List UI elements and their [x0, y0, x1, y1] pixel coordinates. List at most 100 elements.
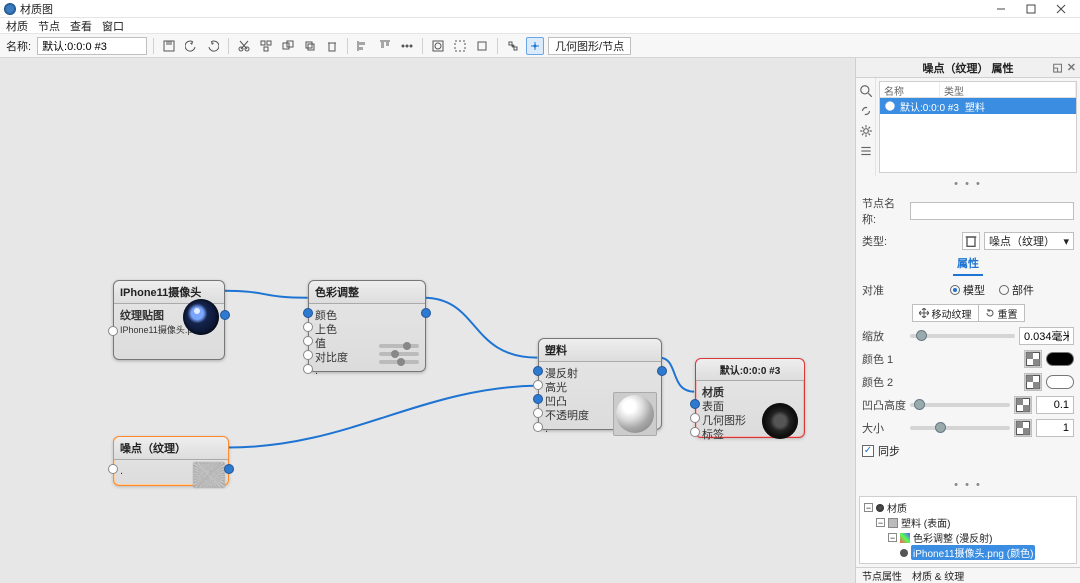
label-color2: 颜色 2 — [862, 374, 906, 390]
status-node-props[interactable]: 节点属性 — [862, 568, 902, 583]
tool-layout-icon[interactable] — [257, 37, 275, 55]
tool-frame-icon[interactable] — [473, 37, 491, 55]
tool-delete-icon[interactable] — [323, 37, 341, 55]
delete-type-icon[interactable] — [962, 232, 980, 250]
btn-color2-tex[interactable] — [1024, 373, 1042, 391]
panel-undock-icon[interactable]: ◱ — [1052, 61, 1062, 74]
app-icon — [4, 3, 16, 15]
port-plastic-in-more[interactable] — [533, 422, 543, 432]
tool-copy-icon[interactable] — [301, 37, 319, 55]
port-plastic-in-bump[interactable] — [533, 394, 543, 404]
tool-distribute-icon[interactable] — [398, 37, 416, 55]
port-coloradj-in-5[interactable] — [303, 364, 313, 374]
port-default-in-label[interactable] — [690, 427, 700, 437]
tool-group-icon[interactable] — [279, 37, 297, 55]
port-default-in-geom[interactable] — [690, 413, 700, 423]
port-coloradj-in-4[interactable] — [303, 350, 313, 360]
port-plastic-in-diffuse[interactable] — [533, 366, 543, 376]
name-input[interactable] — [37, 37, 147, 55]
tool-zoom-fit-icon[interactable] — [429, 37, 447, 55]
port-coloradj-in-3[interactable] — [303, 336, 313, 346]
menu-material[interactable]: 材质 — [6, 18, 28, 34]
toolbar: 名称: 几何图形/节点 — [0, 34, 1080, 58]
slider-bump[interactable] — [910, 403, 1010, 407]
panel-tool-link-icon[interactable] — [859, 104, 873, 118]
input-node-name[interactable] — [910, 202, 1074, 220]
panel-close-icon[interactable]: ✕ — [1067, 61, 1076, 74]
panel-tool-search-icon[interactable] — [859, 84, 873, 98]
port-plastic-in-opacity[interactable] — [533, 408, 543, 418]
node-material-default[interactable]: 默认:0:0:0 #3 材质 表面 几何图形 标签 — [695, 358, 805, 438]
port-texture-in[interactable] — [108, 326, 118, 336]
tree-root[interactable]: 材质 — [887, 500, 907, 515]
tool-save-icon[interactable] — [160, 37, 178, 55]
label-align: 对准 — [862, 282, 906, 298]
radio-part[interactable]: 部件 — [999, 282, 1034, 298]
btn-move-texture[interactable]: 移动纹理 — [912, 304, 979, 322]
slider-size[interactable] — [910, 426, 1010, 430]
node-list-row-selected[interactable]: 默认:0:0:0 #3 塑料 — [880, 98, 1076, 114]
coloradj-sliders — [379, 344, 419, 364]
node-plastic[interactable]: 塑料 漫反射 高光 凹凸 不透明度 . — [538, 338, 662, 430]
node-texture[interactable]: IPhone11摄像头 纹理贴图 IPhone11摄像头.png — [113, 280, 225, 360]
panel-node-list[interactable]: 名称 类型 默认:0:0:0 #3 塑料 — [879, 81, 1077, 173]
toolbar-mode-label[interactable]: 几何图形/节点 — [548, 37, 631, 55]
radio-model[interactable]: 模型 — [950, 282, 985, 298]
btn-reset[interactable]: 重置 — [979, 304, 1025, 322]
port-coloradj-out[interactable] — [421, 308, 431, 318]
input-size[interactable] — [1036, 419, 1074, 437]
tool-cut-icon[interactable] — [235, 37, 253, 55]
node-noise[interactable]: 噪点（纹理） . — [113, 436, 229, 486]
tool-auto-layout-icon[interactable] — [526, 37, 544, 55]
name-label: 名称: — [6, 38, 31, 54]
menu-node[interactable]: 节点 — [38, 18, 60, 34]
swatch-color2[interactable] — [1046, 375, 1074, 389]
node-noise-thumb — [193, 462, 225, 488]
panel-tool-list-icon[interactable] — [859, 144, 873, 158]
tool-undo-icon[interactable] — [182, 37, 200, 55]
menu-window[interactable]: 窗口 — [102, 18, 124, 34]
maximize-button[interactable] — [1016, 1, 1046, 17]
tree-l2[interactable]: 色彩调整 (漫反射) — [913, 530, 992, 545]
btn-size-tex[interactable] — [1014, 419, 1032, 437]
menu-view[interactable]: 查看 — [70, 18, 92, 34]
port-coloradj-in-color[interactable] — [303, 308, 313, 318]
minimize-button[interactable] — [986, 1, 1016, 17]
swatch-color1[interactable] — [1046, 352, 1074, 366]
tree-exp-root[interactable]: − — [864, 503, 873, 512]
material-tree[interactable]: −材质 −塑料 (表面) −色彩调整 (漫反射) iPhone11摄像头.png… — [859, 496, 1077, 564]
label-scale: 缩放 — [862, 328, 906, 344]
tool-show-hide-icon[interactable] — [504, 37, 522, 55]
tool-redo-icon[interactable] — [204, 37, 222, 55]
input-scale[interactable] — [1019, 327, 1074, 345]
window-title: 材质图 — [20, 1, 53, 17]
node-canvas[interactable]: IPhone11摄像头 纹理贴图 IPhone11摄像头.png 色彩调整 颜色… — [0, 58, 856, 583]
port-noise-in[interactable] — [108, 464, 118, 474]
tab-attributes[interactable]: 属性 — [953, 255, 983, 276]
status-mat-tex[interactable]: 材质 & 纹理 — [912, 568, 964, 583]
port-texture-out[interactable] — [220, 310, 230, 320]
port-coloradj-in-2[interactable] — [303, 322, 313, 332]
close-button[interactable] — [1046, 1, 1076, 17]
node-plastic-title: 塑料 — [539, 339, 661, 362]
port-plastic-out[interactable] — [657, 366, 667, 376]
tree-l3[interactable]: iPhone11摄像头.png (颜色) — [911, 545, 1035, 560]
tree-exp-l1[interactable]: − — [876, 518, 885, 527]
panel-tool-gear-icon[interactable] — [859, 124, 873, 138]
btn-bump-tex[interactable] — [1014, 396, 1032, 414]
port-plastic-in-spec[interactable] — [533, 380, 543, 390]
input-bump[interactable] — [1036, 396, 1074, 414]
port-noise-out[interactable] — [224, 464, 234, 474]
slider-scale[interactable] — [910, 334, 1015, 338]
checkbox-sync[interactable] — [862, 445, 874, 457]
dropdown-type[interactable]: 噪点（纹理）▾ — [984, 232, 1074, 250]
tool-align-left-icon[interactable] — [354, 37, 372, 55]
btn-color1-tex[interactable] — [1024, 350, 1042, 368]
tool-zoom-sel-icon[interactable] — [451, 37, 469, 55]
node-coloradj-row-more: . — [315, 364, 419, 378]
tree-l1[interactable]: 塑料 (表面) — [901, 515, 950, 530]
tree-exp-l2[interactable]: − — [888, 533, 897, 542]
tool-align-top-icon[interactable] — [376, 37, 394, 55]
node-color-adjust[interactable]: 色彩调整 颜色 上色 值 对比度 . — [308, 280, 426, 372]
port-default-in-surface[interactable] — [690, 399, 700, 409]
